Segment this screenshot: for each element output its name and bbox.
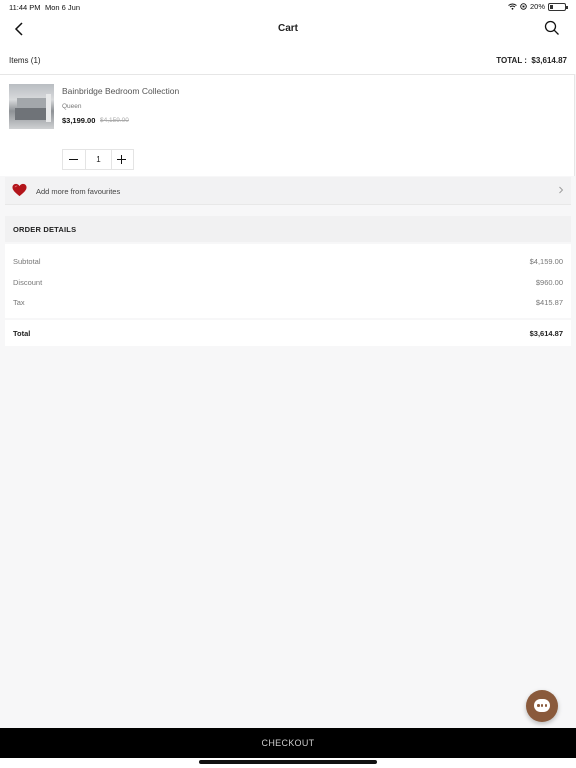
product-name[interactable]: Bainbridge Bedroom Collection (62, 86, 179, 96)
order-details-list: Subtotal $4,159.00 Discount $960.00 Tax … (5, 244, 571, 318)
page-title: Cart (277, 23, 298, 34)
battery-percent: 20% (529, 2, 545, 11)
product-variant: Queen (62, 103, 82, 110)
add-from-favourites-label: Add more from favourites (36, 187, 121, 196)
order-total-value: $3,614.87 (529, 329, 563, 338)
search-icon[interactable] (544, 20, 560, 36)
heart-icon (12, 183, 27, 197)
home-indicator (199, 760, 377, 764)
chat-bubble-icon (534, 699, 550, 712)
cart-total-label: TOTAL : (496, 56, 527, 65)
subtotal-row: Subtotal $4,159.00 (13, 257, 563, 266)
increase-quantity-button[interactable] (111, 150, 133, 169)
tax-value: $415.87 (535, 298, 563, 307)
product-price: $3,199.00 (62, 116, 96, 125)
decrease-quantity-button[interactable] (63, 150, 85, 169)
tax-row: Tax $415.87 (13, 298, 563, 307)
items-summary-bar: Items (1) TOTAL : $3,614.87 (0, 48, 576, 74)
status-date: Mon 6 Jun (45, 3, 81, 12)
tax-label: Tax (13, 298, 25, 307)
checkout-button[interactable]: CHECKOUT (0, 728, 576, 758)
status-bar: 11:44 PM Mon 6 Jun 20% (0, 0, 576, 14)
cart-total: TOTAL : $3,614.87 (496, 56, 567, 65)
cart-item: Bainbridge Bedroom Collection Queen $3,1… (0, 74, 575, 176)
product-image[interactable] (9, 84, 54, 129)
subtotal-value: $4,159.00 (529, 257, 563, 266)
orientation-lock-icon (520, 3, 527, 10)
header: Cart (0, 14, 576, 48)
chat-button[interactable] (526, 690, 558, 722)
subtotal-label: Subtotal (13, 257, 41, 266)
discount-label: Discount (13, 278, 43, 287)
order-details-title: ORDER DETAILS (13, 225, 77, 234)
cart-total-value: $3,614.87 (531, 56, 567, 65)
quantity-value: 1 (85, 150, 112, 169)
quantity-stepper: 1 (62, 149, 134, 170)
discount-value: $960.00 (535, 278, 563, 287)
add-from-favourites-row[interactable]: Add more from favourites (5, 177, 571, 205)
order-total-row: Total $3,614.87 (5, 320, 571, 346)
status-right: 20% (508, 2, 568, 11)
product-original-price: $4,159.00 (100, 117, 129, 124)
wifi-icon (508, 3, 517, 10)
status-time: 11:44 PM (9, 3, 41, 12)
battery-icon (548, 2, 568, 11)
items-count: Items (1) (9, 56, 41, 65)
chevron-right-icon (559, 186, 564, 194)
order-total-label: Total (13, 329, 31, 338)
discount-row: Discount $960.00 (13, 278, 563, 287)
order-details-header: ORDER DETAILS (5, 216, 571, 242)
